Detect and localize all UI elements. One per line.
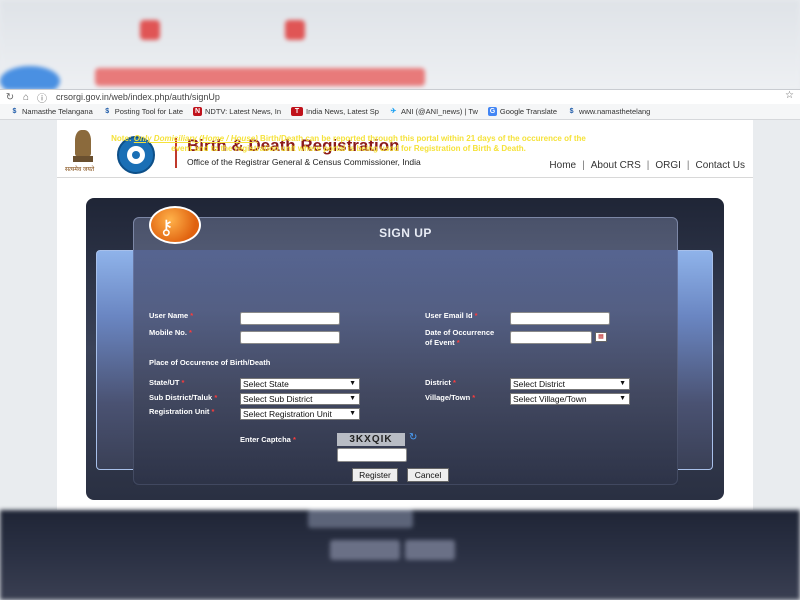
- bookmark-item[interactable]: $ Posting Tool for Late: [103, 107, 183, 116]
- url-text[interactable]: crsorgi.gov.in/web/index.php/auth/signUp: [56, 92, 220, 102]
- user-name-label: User Name *: [149, 311, 194, 320]
- chevron-down-icon: ▼: [349, 380, 356, 387]
- reg-unit-select[interactable]: Select Registration Unit ▼: [240, 408, 360, 420]
- namasthe-icon: $: [569, 108, 574, 115]
- bookmark-item[interactable]: G Google Translate: [487, 107, 558, 116]
- reg-unit-label: Registration Unit *: [149, 407, 215, 416]
- namasthe-icon: $: [105, 108, 110, 115]
- register-button[interactable]: Register: [352, 468, 398, 482]
- namasthe-icon: $: [12, 108, 17, 115]
- place-label: Place of Occurence of Birth/Death: [149, 358, 271, 367]
- chevron-down-icon: ▼: [619, 380, 626, 387]
- district-label: District *: [425, 378, 456, 387]
- date-label: Date of Occurrence of Event *: [425, 328, 495, 347]
- bookmark-item[interactable]: T India News, Latest Sp: [291, 107, 379, 116]
- email-label: User Email Id *: [425, 311, 478, 320]
- captcha-input[interactable]: [337, 448, 407, 462]
- bookmark-item[interactable]: ✈ ANI (@ANI_news) | Tw: [389, 107, 478, 116]
- bookmark-label: India News, Latest Sp: [306, 107, 379, 116]
- nav-about-crs[interactable]: About CRS: [591, 160, 641, 171]
- village-label: Village/Town *: [425, 393, 476, 402]
- blurred-footer: [0, 510, 800, 600]
- emblem-motto: सत्यमेव जयते: [65, 167, 95, 173]
- toi-icon: T: [291, 107, 303, 116]
- chevron-down-icon: ▼: [619, 395, 626, 402]
- info-icon: ⓘ: [37, 93, 47, 105]
- sub-district-label: Sub District/Taluk *: [149, 393, 218, 402]
- national-emblem-icon: सत्यमेव जयते: [65, 130, 97, 176]
- email-input[interactable]: [510, 312, 610, 325]
- captcha-image: 3KXQIK: [337, 433, 405, 446]
- district-select[interactable]: Select District ▼: [510, 378, 630, 390]
- nav-orgi[interactable]: ORGI: [655, 160, 681, 171]
- nav-contact-us[interactable]: Contact Us: [696, 160, 745, 171]
- mobile-label: Mobile No. *: [149, 328, 192, 337]
- bookmark-label: ANI (@ANI_news) | Tw: [400, 107, 478, 116]
- home-icon[interactable]: ⌂: [20, 92, 32, 103]
- user-name-input[interactable]: [240, 312, 340, 325]
- date-input[interactable]: [510, 331, 592, 344]
- bookmark-label: www.namasthetelang: [579, 107, 651, 116]
- bookmark-label: Google Translate: [499, 107, 558, 116]
- ndtv-icon: N: [193, 107, 202, 116]
- captcha-label: Enter Captcha *: [240, 435, 296, 444]
- chevron-down-icon: ▼: [349, 395, 356, 402]
- cancel-button[interactable]: Cancel: [407, 468, 449, 482]
- top-navigation: Home | About CRS | ORGI | Contact Us: [549, 160, 745, 171]
- bookmark-item[interactable]: $ Namasthe Telangana: [10, 107, 93, 116]
- translate-icon: G: [487, 107, 497, 116]
- state-label: State/UT *: [149, 378, 185, 387]
- signup-note: Note: Only Domiciliary (Home / House) Bi…: [111, 134, 586, 153]
- reload-icon[interactable]: ↻: [4, 92, 16, 103]
- refresh-captcha-icon[interactable]: ↻: [409, 432, 417, 443]
- nav-home[interactable]: Home: [549, 160, 576, 171]
- bookmark-label: Posting Tool for Late: [114, 107, 183, 116]
- calendar-icon[interactable]: ▦: [595, 332, 607, 342]
- bookmark-label: Namasthe Telangana: [22, 107, 93, 116]
- sub-district-select[interactable]: Select Sub District ▼: [240, 393, 360, 405]
- blurred-browser-header: [0, 0, 800, 90]
- address-bar[interactable]: ↻ ⌂ ⓘ crsorgi.gov.in/web/index.php/auth/…: [0, 89, 800, 105]
- state-select[interactable]: Select State ▼: [240, 378, 360, 390]
- chevron-down-icon: ▼: [349, 410, 356, 417]
- mobile-input[interactable]: [240, 331, 340, 344]
- bookmark-label: NDTV: Latest News, In: [205, 107, 281, 116]
- twitter-icon: ✈: [390, 108, 397, 115]
- bookmark-item[interactable]: $ www.namasthetelang: [567, 107, 651, 116]
- village-select[interactable]: Select Village/Town ▼: [510, 393, 630, 405]
- signup-title: SIGN UP: [379, 226, 432, 240]
- bookmarks-bar: $ Namasthe Telangana $ Posting Tool for La…: [0, 104, 800, 120]
- site-subtitle: Office of the Registrar General & Census…: [187, 157, 421, 167]
- bookmark-star-icon[interactable]: ☆: [785, 90, 794, 101]
- bookmark-item[interactable]: N NDTV: Latest News, In: [193, 107, 281, 116]
